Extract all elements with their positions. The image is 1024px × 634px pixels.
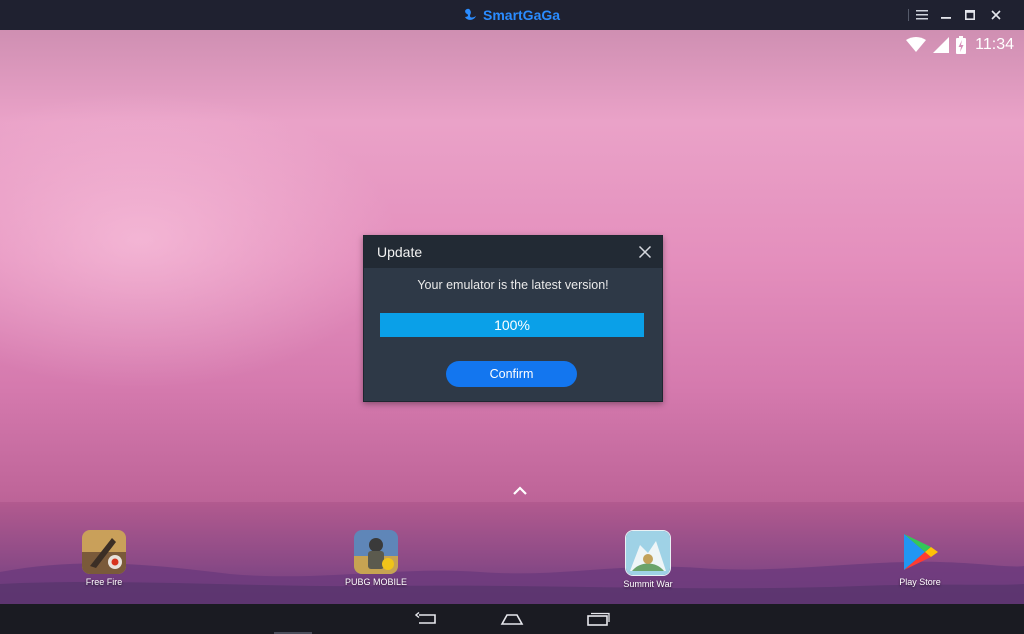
signal-icon <box>933 37 950 53</box>
app-label: Summit War <box>623 579 673 589</box>
app-play-store[interactable]: Play Store <box>875 530 965 587</box>
update-dialog: Update Your emulator is the latest versi… <box>363 235 663 402</box>
pubg-mobile-icon <box>354 530 398 574</box>
android-nav-bar <box>0 604 1024 634</box>
dialog-close-button[interactable] <box>638 244 652 259</box>
hills-silhouette <box>0 561 1024 604</box>
app-label: PUBG MOBILE <box>344 577 407 587</box>
menu-button[interactable] <box>910 0 934 30</box>
back-icon <box>415 612 436 624</box>
maximize-button[interactable] <box>958 0 982 30</box>
battery-charging-icon <box>956 36 967 54</box>
app-drawer-caret-icon[interactable] <box>512 485 528 497</box>
wallpaper-lake <box>0 502 1024 604</box>
app-free-fire[interactable]: Free Fire <box>59 530 149 587</box>
summit-war-icon <box>625 530 671 576</box>
home-icon <box>500 614 524 625</box>
free-fire-icon <box>82 530 126 574</box>
play-store-icon <box>898 530 942 574</box>
status-bar: 11:34 <box>906 34 1014 56</box>
dialog-header: Update <box>364 236 662 268</box>
status-clock: 11:34 <box>975 36 1014 53</box>
android-screen[interactable]: 11:34 Update Your emulator is the latest… <box>0 30 1024 604</box>
dialog-message: Your emulator is the latest version! <box>417 278 609 292</box>
maximize-icon <box>965 10 975 20</box>
recents-button[interactable] <box>583 608 613 630</box>
back-button[interactable] <box>412 608 442 630</box>
app-label: Play Store <box>899 577 941 587</box>
minimize-button[interactable] <box>934 0 958 30</box>
minimize-icon <box>941 17 951 19</box>
progress-label: 100% <box>494 317 530 333</box>
close-icon <box>991 10 1001 20</box>
wifi-icon <box>906 37 927 52</box>
recents-icon <box>587 612 610 626</box>
update-progress-bar: 100% <box>380 313 644 337</box>
app-summit-war[interactable]: Summit War <box>603 530 693 589</box>
close-icon <box>638 245 652 259</box>
close-window-button[interactable] <box>984 0 1008 30</box>
title-divider <box>908 9 909 21</box>
app-label: Free Fire <box>85 577 123 587</box>
brand-name: SmartGaGa <box>483 7 561 23</box>
brand: SmartGaGa <box>462 6 560 24</box>
menu-icon <box>916 10 928 20</box>
home-button[interactable] <box>497 608 527 630</box>
confirm-button[interactable]: Confirm <box>446 361 577 387</box>
swan-logo-icon <box>465 8 476 20</box>
wallpaper-glow <box>0 90 400 390</box>
emulator-title-bar: SmartGaGa <box>0 0 1024 30</box>
app-pubg-mobile[interactable]: PUBG MOBILE <box>331 530 421 587</box>
dialog-title: Update <box>377 244 423 260</box>
